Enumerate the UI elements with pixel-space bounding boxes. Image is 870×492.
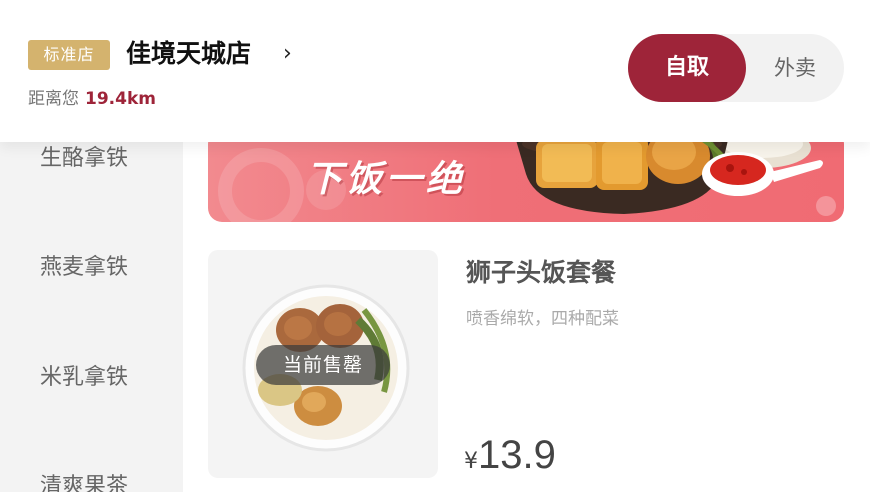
- order-mode-toggle[interactable]: 自取 外卖: [628, 34, 844, 102]
- sidebar-item-fruit-tea[interactable]: 清爽果茶: [0, 468, 183, 492]
- banner-indicator-dot: [816, 196, 836, 216]
- rice-bowl-illustration: [516, 130, 823, 214]
- chevron-right-icon[interactable]: ›: [283, 36, 292, 72]
- store-distance: 距离您 19.4km: [28, 86, 156, 112]
- promo-banner[interactable]: 下饭一绝: [208, 130, 844, 222]
- banner-title: 下饭一绝: [306, 159, 467, 200]
- price-currency: ¥: [464, 449, 478, 474]
- store-header: 标准店 佳境天城店 › 距离您 19.4km 自取 外卖: [0, 0, 870, 142]
- sidebar-item-rice-milk-latte[interactable]: 米乳拿铁: [0, 359, 183, 391]
- store-name[interactable]: 佳境天城店: [126, 36, 251, 72]
- price-value: 13.9: [478, 433, 556, 477]
- sidebar-item-cheese-latte[interactable]: 生酪拿铁: [0, 140, 183, 172]
- banner-decoration-ring: [218, 148, 304, 222]
- product-name[interactable]: 狮子头饭套餐: [466, 256, 616, 290]
- product-description: 喷香绵软，四种配菜: [466, 309, 619, 329]
- distance-value: 19.4km: [85, 89, 156, 109]
- sold-out-badge: 当前售罄: [256, 345, 390, 385]
- product-price: ¥13.9: [464, 430, 556, 488]
- distance-label: 距离您: [28, 89, 79, 109]
- delivery-tab[interactable]: 外卖: [746, 34, 844, 102]
- store-type-badge: 标准店: [28, 40, 110, 70]
- sidebar-item-oat-latte[interactable]: 燕麦拿铁: [0, 249, 183, 281]
- pickup-tab[interactable]: 自取: [628, 34, 746, 102]
